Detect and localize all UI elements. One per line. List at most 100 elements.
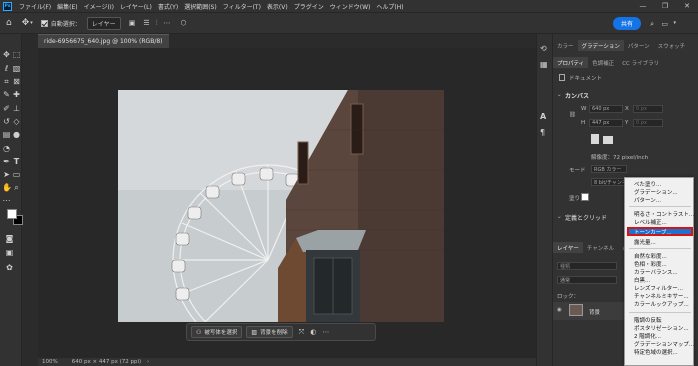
remove-background-button[interactable]: ▨ 背景を削除	[246, 326, 293, 338]
chevron-right-icon[interactable]: ›	[147, 359, 149, 365]
brush-tool-icon[interactable]: ✐	[2, 104, 11, 113]
quick-mask-icon[interactable]: ◙	[5, 234, 14, 243]
eyedropper-icon[interactable]: ✎	[2, 90, 11, 99]
eraser-icon[interactable]: ◇	[12, 117, 21, 126]
menu-filter[interactable]: フィルター(T)	[220, 2, 264, 11]
chevron-down-icon[interactable]: ▾	[30, 20, 33, 26]
menu-help[interactable]: ヘルプ(H)	[373, 2, 406, 11]
chevron-down-icon[interactable]: ▾	[673, 20, 676, 26]
link-icon[interactable]: ⛓	[569, 112, 576, 118]
foreground-color-swatch[interactable]	[7, 209, 17, 219]
3d-mode-icon[interactable]: ⬡	[180, 19, 186, 27]
chevron-down-icon[interactable]: ⌄	[557, 92, 562, 98]
menu-item-invert[interactable]: 階調の反転	[634, 316, 662, 324]
tab-channels[interactable]: チャンネル	[583, 242, 618, 253]
artboard-tool-icon[interactable]: ⬚	[12, 50, 21, 59]
menu-window[interactable]: ウィンドウ(W)	[327, 2, 374, 11]
generative-icon[interactable]: ✿	[5, 263, 14, 272]
history-icon[interactable]: ⟲	[540, 44, 547, 53]
healing-brush-icon[interactable]: ✚	[12, 90, 21, 99]
select-subject-button[interactable]: ⚇ 被写体を選択	[191, 326, 243, 338]
more-options-icon[interactable]: ⋯	[163, 19, 170, 27]
tab-swatches[interactable]: スウォッチ	[654, 40, 690, 51]
blur-tool-icon[interactable]: ●	[12, 130, 21, 139]
chevron-down-icon[interactable]: ⌄	[557, 214, 562, 220]
dodge-tool-icon[interactable]: ◔	[2, 144, 11, 153]
transform-icon[interactable]: ⤧	[299, 328, 305, 337]
more-options-icon[interactable]: ⋯	[322, 328, 329, 336]
distribute-icon[interactable]: ⫶	[156, 19, 158, 28]
lasso-tool-icon[interactable]: ℓ	[2, 64, 11, 73]
type-tool-icon[interactable]: T	[12, 157, 21, 166]
crop-tool-icon[interactable]: ⌗	[2, 77, 11, 86]
layer-name[interactable]: 背景	[589, 308, 600, 316]
menu-type[interactable]: 書式(Y)	[155, 2, 181, 11]
menu-item-threshold[interactable]: 2 階調化...	[634, 332, 661, 340]
workspace-icon[interactable]: ▭	[661, 20, 668, 28]
paragraph-icon[interactable]: ¶	[540, 128, 545, 137]
search-icon[interactable]: ⌕	[650, 20, 654, 29]
menu-file[interactable]: ファイル(F)	[16, 2, 54, 11]
home-icon[interactable]: ⌂	[6, 18, 12, 28]
align-icon[interactable]: ☰	[143, 19, 149, 27]
menu-item-vibrance[interactable]: 自然な彩度...	[634, 252, 667, 260]
menu-item-gradient[interactable]: グラデーション...	[634, 188, 678, 196]
height-field[interactable]: 447 px	[589, 119, 623, 127]
layer-filter-select[interactable]: 種類	[557, 262, 617, 270]
menu-edit[interactable]: 編集(E)	[54, 2, 80, 11]
zoom-tool-icon[interactable]: ⌕	[12, 183, 21, 192]
menu-item-photo-filter[interactable]: レンズフィルター...	[634, 284, 683, 292]
menu-item-gradient-map[interactable]: グラデーションマップ...	[634, 340, 694, 348]
auto-select-checkbox[interactable]	[40, 19, 48, 27]
tab-libraries[interactable]: CC ライブラリ	[618, 57, 663, 68]
history-brush-icon[interactable]: ↺	[2, 117, 11, 126]
tab-properties[interactable]: プロパティ	[553, 57, 589, 68]
menu-item-exposure[interactable]: 露光量...	[634, 238, 656, 246]
menu-item-selective-color[interactable]: 特定色域の選択...	[634, 348, 678, 356]
menu-view[interactable]: 表示(V)	[264, 2, 291, 11]
menu-item-levels[interactable]: レベル補正...	[634, 218, 667, 226]
document-info[interactable]: 640 px × 447 px (72 ppi)	[72, 359, 141, 365]
layer-comps-icon[interactable]: ▦	[540, 60, 548, 69]
screen-mode-icon[interactable]: ▣	[5, 248, 14, 257]
minimize-button[interactable]: —	[632, 0, 654, 12]
menu-item-brightness-contrast[interactable]: 明るさ・コントラスト...	[634, 210, 694, 218]
tab-pattern[interactable]: パターン	[624, 40, 654, 51]
close-button[interactable]: ✕	[676, 0, 698, 12]
document-image[interactable]	[118, 90, 444, 322]
mode-select[interactable]: RGB カラー	[591, 165, 627, 173]
more-tools-icon[interactable]: ⋯	[2, 196, 11, 205]
adjustment-icon[interactable]: ◐	[310, 328, 316, 336]
document-tab[interactable]: ride-6956675_640.jpg @ 100% (RGB/8)	[38, 34, 169, 48]
blend-mode-select[interactable]: 通常	[557, 276, 617, 284]
menu-item-pattern[interactable]: パターン...	[634, 196, 661, 204]
menu-item-posterize[interactable]: ポスタリゼーション...	[634, 324, 689, 332]
landscape-orientation-icon[interactable]	[603, 136, 613, 144]
menu-item-color-balance[interactable]: カラーバランス...	[634, 268, 678, 276]
menu-image[interactable]: イメージ(I)	[81, 2, 117, 11]
auto-select-dropdown[interactable]: レイヤー	[86, 16, 121, 30]
move-tool-icon[interactable]: ✥	[22, 18, 30, 28]
x-field[interactable]: 0 px	[633, 105, 663, 113]
menu-layer[interactable]: レイヤー(L)	[117, 2, 155, 11]
rectangle-tool-icon[interactable]: ▭	[12, 170, 21, 179]
auto-select-toggle[interactable]: 自動選択：	[40, 19, 81, 28]
menu-item-solid-color[interactable]: べた塗り...	[634, 180, 661, 188]
hand-tool-icon[interactable]: ✋	[2, 183, 12, 192]
bit-depth-select[interactable]: 8 bit/チャンネル	[591, 178, 625, 186]
path-select-icon[interactable]: ➤	[2, 170, 11, 179]
menu-item-color-lookup[interactable]: カラールックアップ...	[634, 300, 689, 308]
tab-gradient[interactable]: グラデーション	[577, 40, 624, 51]
menu-item-channel-mixer[interactable]: チャンネルミキサー...	[634, 292, 689, 300]
object-select-icon[interactable]: ▧	[12, 64, 21, 73]
tab-layers[interactable]: レイヤー	[553, 242, 583, 253]
eye-icon[interactable]: ◉	[557, 307, 562, 313]
frame-tool-icon[interactable]: ⊠	[12, 77, 21, 86]
pen-tool-icon[interactable]: ✒	[2, 157, 11, 166]
menu-select[interactable]: 選択範囲(S)	[181, 2, 220, 11]
menu-item-black-white[interactable]: 白黒...	[634, 276, 650, 284]
clone-stamp-icon[interactable]: ⊥	[12, 104, 21, 113]
character-icon[interactable]: A	[540, 112, 546, 121]
tab-adjustments[interactable]: 色調補正	[588, 57, 618, 68]
move-tool-icon[interactable]: ✥	[2, 50, 11, 59]
